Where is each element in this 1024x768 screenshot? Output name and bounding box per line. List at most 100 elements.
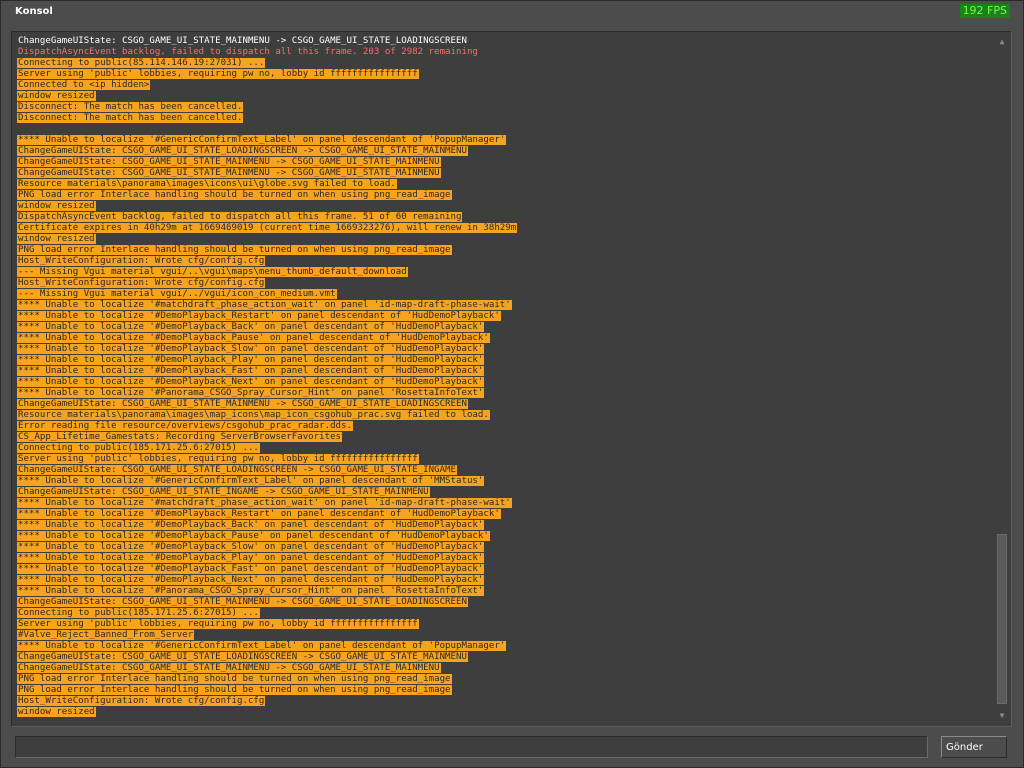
log-line: ChangeGameUIState: CSGO_GAME_UI_STATE_MA… (17, 663, 992, 674)
log-line: PNG load error Interlace handling should… (17, 245, 992, 256)
log-line-text: **** Unable to localize '#DemoPlayback_N… (17, 377, 485, 387)
log-line: ChangeGameUIState: CSGO_GAME_UI_STATE_LO… (17, 652, 992, 663)
log-line-text: Host_WriteConfiguration: Wrote cfg/confi… (17, 256, 266, 266)
log-line: **** Unable to localize '#DemoPlayback_N… (17, 575, 992, 586)
log-line: **** Unable to localize '#DemoPlayback_F… (17, 564, 992, 575)
title-bar[interactable]: Konsol 192 FPS (1, 1, 1023, 23)
log-line: Certificate expires in 40h29m at 1669469… (17, 223, 992, 234)
log-line: Resource materials\panorama\images\map_i… (17, 410, 992, 421)
log-line: ChangeGameUIState: CSGO_GAME_UI_STATE_MA… (17, 168, 992, 179)
log-line-text: ChangeGameUIState: CSGO_GAME_UI_STATE_LO… (17, 465, 457, 475)
send-button[interactable]: Gönder (941, 736, 1007, 758)
log-line-text: **** Unable to localize '#GenericConfirm… (17, 641, 507, 651)
log-line: ChangeGameUIState: CSGO_GAME_UI_STATE_MA… (17, 597, 992, 608)
log-line: ChangeGameUIState: CSGO_GAME_UI_STATE_MA… (17, 157, 992, 168)
log-line-text: --- Missing Vgui material vgui/..\vgui\m… (17, 267, 408, 277)
log-line-text: **** Unable to localize '#GenericConfirm… (17, 135, 507, 145)
log-line: window resized (17, 707, 992, 718)
log-line: ChangeGameUIState: CSGO_GAME_UI_STATE_LO… (17, 146, 992, 157)
fps-counter: 192 FPS (959, 4, 1010, 18)
log-line-text: ChangeGameUIState: CSGO_GAME_UI_STATE_MA… (17, 157, 441, 167)
log-line-text: **** Unable to localize '#DemoPlayback_P… (17, 333, 490, 343)
log-line-text: **** Unable to localize '#DemoPlayback_B… (17, 520, 485, 530)
log-line: **** Unable to localize '#DemoPlayback_P… (17, 333, 992, 344)
log-line: Host_WriteConfiguration: Wrote cfg/confi… (17, 696, 992, 707)
log-line-text: #Valve_Reject_Banned_From_Server (17, 630, 195, 640)
log-line-text: Host_WriteConfiguration: Wrote cfg/confi… (17, 278, 266, 288)
log-line: Connecting to public(185.171.25.6:27015)… (17, 443, 992, 454)
log-line: Connected to <ip hidden> (17, 80, 992, 91)
log-line: **** Unable to localize '#matchdraft_pha… (17, 498, 992, 509)
log-line-text: **** Unable to localize '#DemoPlayback_R… (17, 509, 501, 519)
log-line: ChangeGameUIState: CSGO_GAME_UI_STATE_MA… (17, 36, 992, 47)
log-line-text: **** Unable to localize '#Panorama_CSGO_… (17, 586, 485, 596)
log-line-text: **** Unable to localize '#Panorama_CSGO_… (17, 388, 485, 398)
log-line-text: PNG load error Interlace handling should… (17, 190, 452, 200)
scrollbar-thumb[interactable] (997, 534, 1007, 704)
log-line: Host_WriteConfiguration: Wrote cfg/confi… (17, 278, 992, 289)
log-line: **** Unable to localize '#DemoPlayback_B… (17, 520, 992, 531)
log-line: **** Unable to localize '#DemoPlayback_R… (17, 311, 992, 322)
log-line: Host_WriteConfiguration: Wrote cfg/confi… (17, 256, 992, 267)
log-line-text: window resized (17, 234, 96, 244)
log-line: **** Unable to localize '#DemoPlayback_S… (17, 344, 992, 355)
log-line: **** Unable to localize '#matchdraft_pha… (17, 300, 992, 311)
log-line-text: Server using 'public' lobbies, requiring… (17, 619, 419, 629)
log-line-text: Connecting to public(185.171.25.6:27015)… (17, 608, 260, 618)
log-line-text: **** Unable to localize '#DemoPlayback_R… (17, 311, 501, 321)
log-line-text: DispatchAsyncEvent backlog, failed to di… (17, 212, 463, 222)
log-line: Server using 'public' lobbies, requiring… (17, 619, 992, 630)
log-line-text: ChangeGameUIState: CSGO_GAME_UI_STATE_LO… (17, 652, 468, 662)
log-line-text: **** Unable to localize '#matchdraft_pha… (17, 498, 512, 508)
scroll-down-icon[interactable]: ▼ (996, 710, 1008, 722)
console-window: Konsol 192 FPS ChangeGameUIState: CSGO_G… (0, 0, 1024, 768)
log-line-text: Host_WriteConfiguration: Wrote cfg/confi… (17, 696, 266, 706)
log-line: **** Unable to localize '#DemoPlayback_F… (17, 366, 992, 377)
log-line-text: PNG load error Interlace handling should… (17, 674, 452, 684)
log-line: Connecting to public(185.171.25.6:27015)… (17, 608, 992, 619)
scroll-up-icon[interactable]: ▲ (996, 36, 1008, 48)
log-line-text: window resized (17, 91, 96, 101)
log-line-text: **** Unable to localize '#DemoPlayback_B… (17, 322, 485, 332)
log-line-text: ChangeGameUIState: CSGO_GAME_UI_STATE_MA… (17, 597, 468, 607)
log-line: ChangeGameUIState: CSGO_GAME_UI_STATE_LO… (17, 465, 992, 476)
log-line: **** Unable to localize '#DemoPlayback_P… (17, 553, 992, 564)
log-line: Error reading file resource/overviews/cs… (17, 421, 992, 432)
log-line-text: **** Unable to localize '#DemoPlayback_N… (17, 575, 485, 585)
log-line-text: PNG load error Interlace handling should… (17, 685, 452, 695)
log-line: DispatchAsyncEvent backlog, failed to di… (17, 47, 992, 58)
log-line: **** Unable to localize '#Panorama_CSGO_… (17, 388, 992, 399)
log-line: **** Unable to localize '#DemoPlayback_S… (17, 542, 992, 553)
log-line: Disconnect: The match has been cancelled… (17, 102, 992, 113)
console-log: ChangeGameUIState: CSGO_GAME_UI_STATE_MA… (11, 31, 1012, 727)
log-line: ChangeGameUIState: CSGO_GAME_UI_STATE_MA… (17, 399, 992, 410)
log-line: --- Missing Vgui material vgui/../vgui/i… (17, 289, 992, 300)
log-line-text: **** Unable to localize '#DemoPlayback_P… (17, 553, 485, 563)
log-line-text: Connecting to public(185.171.25.6:27015)… (17, 443, 260, 453)
log-line-text: DispatchAsyncEvent backlog, failed to di… (18, 47, 478, 57)
log-line-text: ChangeGameUIState: CSGO_GAME_UI_STATE_MA… (17, 663, 441, 673)
log-line: Connecting to public(85.114.146.19:27031… (17, 58, 992, 69)
log-line-text: Error reading file resource/overviews/cs… (17, 421, 353, 431)
log-line-text (17, 124, 19, 134)
log-line: **** Unable to localize '#DemoPlayback_P… (17, 355, 992, 366)
log-line: CS_App_Lifetime_Gamestats: Recording Ser… (17, 432, 992, 443)
log-line-text: ChangeGameUIState: CSGO_GAME_UI_STATE_MA… (17, 168, 441, 178)
log-line: PNG load error Interlace handling should… (17, 685, 992, 696)
log-line-text: --- Missing Vgui material vgui/../vgui/i… (17, 289, 337, 299)
log-line-text: CS_App_Lifetime_Gamestats: Recording Ser… (17, 432, 343, 442)
log-line-text: Server using 'public' lobbies, requiring… (17, 454, 419, 464)
vertical-scrollbar[interactable]: ▲ ▼ (996, 36, 1008, 722)
log-line-text: **** Unable to localize '#DemoPlayback_S… (17, 542, 485, 552)
log-line-text: **** Unable to localize '#GenericConfirm… (17, 476, 485, 486)
log-line: DispatchAsyncEvent backlog, failed to di… (17, 212, 992, 223)
log-line-text: Resource materials\panorama\images\map_i… (17, 410, 490, 420)
log-line: **** Unable to localize '#DemoPlayback_R… (17, 509, 992, 520)
log-line (17, 124, 992, 135)
log-line: #Valve_Reject_Banned_From_Server (17, 630, 992, 641)
command-input[interactable] (15, 736, 928, 758)
log-line-text: Resource materials\panorama\images\icons… (17, 179, 397, 189)
log-line-text: **** Unable to localize '#DemoPlayback_P… (17, 355, 485, 365)
log-line: **** Unable to localize '#Panorama_CSGO_… (17, 586, 992, 597)
log-line-text: **** Unable to localize '#DemoPlayback_S… (17, 344, 485, 354)
